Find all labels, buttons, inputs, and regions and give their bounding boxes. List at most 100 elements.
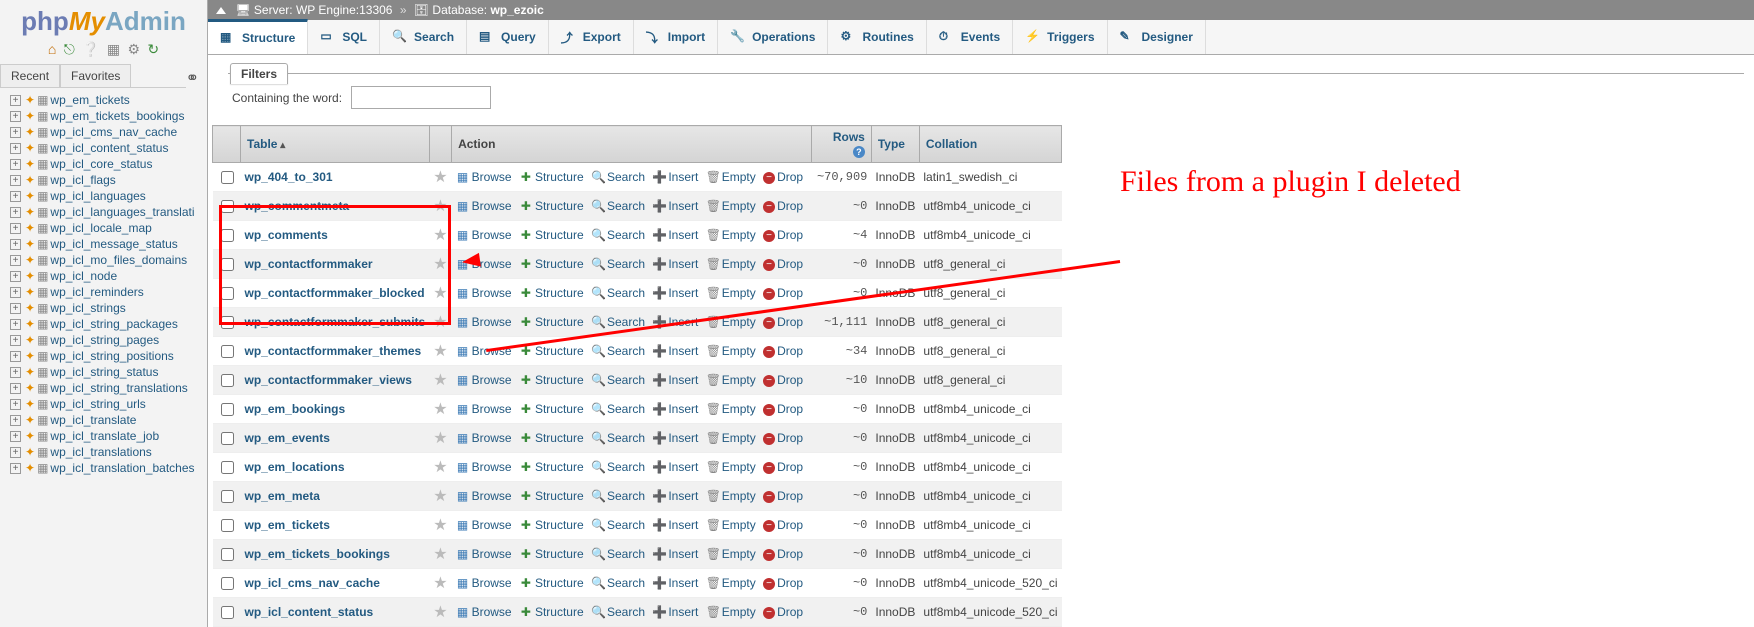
expand-icon[interactable]: +	[10, 95, 21, 106]
tree-item-label[interactable]: wp_em_tickets	[50, 93, 129, 107]
tree-item-label[interactable]: wp_icl_string_packages	[50, 317, 177, 331]
search-link[interactable]: Search	[607, 315, 645, 329]
tree-item[interactable]: +✦▦wp_icl_locale_map	[10, 220, 207, 236]
structure-link[interactable]: Structure	[535, 605, 584, 619]
browse-link[interactable]: Browse	[472, 170, 512, 184]
favorite-icon[interactable]: ★	[433, 517, 447, 534]
expand-icon[interactable]: +	[10, 223, 21, 234]
expand-icon[interactable]: +	[10, 303, 21, 314]
tree-item-label[interactable]: wp_icl_string_positions	[50, 349, 173, 363]
tree-item[interactable]: +✦▦wp_icl_string_pages	[10, 332, 207, 348]
empty-link[interactable]: Empty	[722, 489, 756, 503]
browse-link[interactable]: Browse	[472, 402, 512, 416]
empty-link[interactable]: Empty	[722, 199, 756, 213]
tree-item[interactable]: +✦▦wp_icl_message_status	[10, 236, 207, 252]
row-checkbox[interactable]	[221, 548, 234, 561]
expand-icon[interactable]: +	[10, 463, 21, 474]
tree-item-label[interactable]: wp_icl_node	[50, 269, 117, 283]
insert-link[interactable]: Insert	[668, 605, 698, 619]
search-link[interactable]: Search	[607, 460, 645, 474]
table-name-link[interactable]: wp_commentmeta	[245, 199, 350, 213]
tree-item[interactable]: +✦▦wp_icl_translate	[10, 412, 207, 428]
browse-link[interactable]: Browse	[472, 518, 512, 532]
tab-favorites[interactable]: Favorites	[60, 64, 131, 87]
insert-link[interactable]: Insert	[668, 547, 698, 561]
table-name-link[interactable]: wp_icl_cms_nav_cache	[245, 576, 380, 590]
link-icon[interactable]: ⚭	[186, 68, 199, 88]
search-link[interactable]: Search	[607, 402, 645, 416]
panel-toggle-icon[interactable]	[216, 7, 226, 14]
empty-link[interactable]: Empty	[722, 576, 756, 590]
tab-events[interactable]: ⏱Events	[927, 20, 1013, 54]
favorite-icon[interactable]: ★	[433, 604, 447, 621]
structure-link[interactable]: Structure	[535, 489, 584, 503]
tab-triggers[interactable]: ⚡Triggers	[1013, 20, 1107, 54]
expand-icon[interactable]: +	[10, 175, 21, 186]
tab-structure[interactable]: ▦Structure	[208, 19, 308, 54]
search-link[interactable]: Search	[607, 547, 645, 561]
expand-icon[interactable]: +	[10, 255, 21, 266]
row-checkbox[interactable]	[221, 403, 234, 416]
tree-item[interactable]: +✦▦wp_icl_string_packages	[10, 316, 207, 332]
search-link[interactable]: Search	[607, 489, 645, 503]
drop-link[interactable]: Drop	[777, 576, 803, 590]
favorite-icon[interactable]: ★	[433, 575, 447, 592]
expand-icon[interactable]: +	[10, 335, 21, 346]
drop-link[interactable]: Drop	[777, 605, 803, 619]
tree-item[interactable]: +✦▦wp_em_tickets_bookings	[10, 108, 207, 124]
structure-link[interactable]: Structure	[535, 344, 584, 358]
structure-link[interactable]: Structure	[535, 518, 584, 532]
tree-item[interactable]: +✦▦wp_icl_languages_translati	[10, 204, 207, 220]
expand-icon[interactable]: +	[10, 447, 21, 458]
row-checkbox[interactable]	[221, 171, 234, 184]
empty-link[interactable]: Empty	[722, 605, 756, 619]
favorite-icon[interactable]: ★	[433, 430, 447, 447]
drop-link[interactable]: Drop	[777, 402, 803, 416]
structure-link[interactable]: Structure	[535, 547, 584, 561]
drop-link[interactable]: Drop	[777, 489, 803, 503]
tree-item-label[interactable]: wp_icl_core_status	[50, 157, 152, 171]
row-checkbox[interactable]	[221, 432, 234, 445]
table-name-link[interactable]: wp_comments	[245, 228, 328, 242]
tree-item-label[interactable]: wp_icl_reminders	[50, 285, 143, 299]
tab-recent[interactable]: Recent	[0, 64, 60, 87]
tree-item-label[interactable]: wp_icl_string_pages	[50, 333, 159, 347]
insert-link[interactable]: Insert	[668, 228, 698, 242]
tab-routines[interactable]: ⚙Routines	[828, 20, 926, 54]
browse-link[interactable]: Browse	[472, 199, 512, 213]
tab-operations[interactable]: 🔧Operations	[718, 20, 828, 54]
drop-link[interactable]: Drop	[777, 170, 803, 184]
insert-link[interactable]: Insert	[668, 315, 698, 329]
browse-link[interactable]: Browse	[472, 315, 512, 329]
favorite-icon[interactable]: ★	[433, 546, 447, 563]
drop-link[interactable]: Drop	[777, 315, 803, 329]
row-checkbox[interactable]	[221, 577, 234, 590]
table-name-link[interactable]: wp_contactformmaker_submits	[245, 315, 426, 329]
search-link[interactable]: Search	[607, 431, 645, 445]
tab-search[interactable]: 🔍Search	[380, 20, 467, 54]
tree-item-label[interactable]: wp_icl_string_status	[50, 365, 158, 379]
favorite-icon[interactable]: ★	[433, 459, 447, 476]
search-link[interactable]: Search	[607, 373, 645, 387]
row-checkbox[interactable]	[221, 606, 234, 619]
browse-link[interactable]: Browse	[472, 257, 512, 271]
tree-item-label[interactable]: wp_icl_languages	[50, 189, 145, 203]
tree-item[interactable]: +✦▦wp_icl_mo_files_domains	[10, 252, 207, 268]
expand-icon[interactable]: +	[10, 207, 21, 218]
search-link[interactable]: Search	[607, 605, 645, 619]
row-checkbox[interactable]	[221, 200, 234, 213]
search-link[interactable]: Search	[607, 286, 645, 300]
insert-link[interactable]: Insert	[668, 460, 698, 474]
row-checkbox[interactable]	[221, 461, 234, 474]
empty-link[interactable]: Empty	[722, 228, 756, 242]
tree-item[interactable]: +✦▦wp_icl_flags	[10, 172, 207, 188]
tree-item-label[interactable]: wp_icl_message_status	[50, 237, 177, 251]
sql-icon[interactable]: ▦	[107, 41, 120, 57]
search-link[interactable]: Search	[607, 576, 645, 590]
browse-link[interactable]: Browse	[472, 489, 512, 503]
drop-link[interactable]: Drop	[777, 547, 803, 561]
tree-item-label[interactable]: wp_icl_flags	[50, 173, 115, 187]
browse-link[interactable]: Browse	[472, 344, 512, 358]
empty-link[interactable]: Empty	[722, 402, 756, 416]
browse-link[interactable]: Browse	[472, 228, 512, 242]
